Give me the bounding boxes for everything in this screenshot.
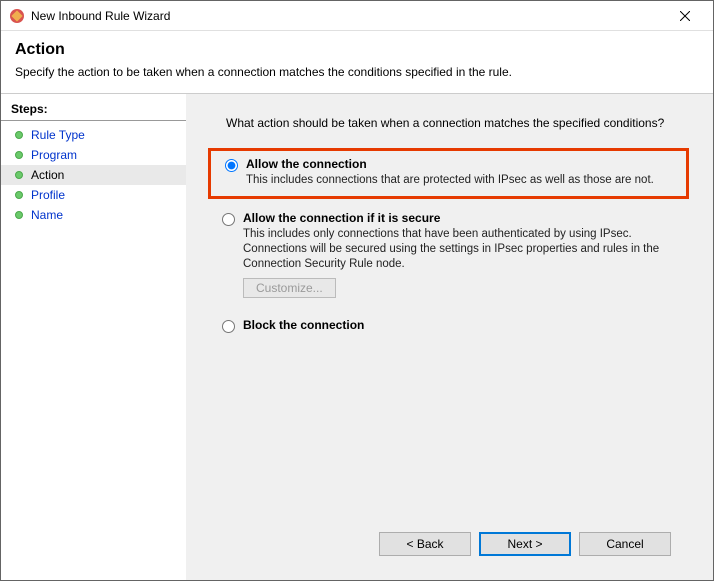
option-title: Allow the connection: [246, 157, 678, 171]
step-name[interactable]: Name: [1, 205, 186, 225]
app-icon: [9, 8, 25, 24]
step-rule-type[interactable]: Rule Type: [1, 125, 186, 145]
close-icon: [680, 11, 690, 21]
page-title: Action: [15, 41, 699, 59]
bullet-icon: [15, 191, 23, 199]
body: Steps: Rule Type Program Action Profile: [1, 94, 713, 580]
step-label: Rule Type: [31, 128, 85, 142]
window-title: New Inbound Rule Wizard: [31, 9, 665, 23]
step-label: Profile: [31, 188, 65, 202]
option-title: Block the connection: [243, 318, 681, 332]
wizard-window: New Inbound Rule Wizard Action Specify t…: [0, 0, 714, 581]
radio-allow[interactable]: [225, 159, 238, 172]
step-profile[interactable]: Profile: [1, 185, 186, 205]
next-button[interactable]: Next >: [479, 532, 571, 556]
back-button[interactable]: < Back: [379, 532, 471, 556]
steps-sidebar: Steps: Rule Type Program Action Profile: [1, 94, 186, 580]
bullet-icon: [15, 171, 23, 179]
bullet-icon: [15, 211, 23, 219]
steps-list: Rule Type Program Action Profile Name: [1, 125, 186, 225]
prompt-text: What action should be taken when a conne…: [226, 116, 689, 130]
close-button[interactable]: [665, 2, 705, 30]
step-action[interactable]: Action: [1, 165, 186, 185]
option-block: Block the connection: [208, 312, 689, 342]
option-desc: This includes only connections that have…: [243, 227, 681, 272]
step-program[interactable]: Program: [1, 145, 186, 165]
cancel-button[interactable]: Cancel: [579, 532, 671, 556]
option-allow-secure: Allow the connection if it is secure Thi…: [208, 205, 689, 306]
page-subtitle: Specify the action to be taken when a co…: [15, 65, 699, 79]
page-header: Action Specify the action to be taken wh…: [1, 31, 713, 94]
titlebar: New Inbound Rule Wizard: [1, 1, 713, 31]
steps-label: Steps:: [1, 100, 186, 121]
radio-block[interactable]: [222, 320, 235, 333]
wizard-footer: < Back Next > Cancel: [208, 522, 689, 570]
option-desc: This includes connections that are prote…: [246, 173, 678, 188]
bullet-icon: [15, 131, 23, 139]
customize-button: Customize...: [243, 278, 336, 298]
option-allow: Allow the connection This includes conne…: [208, 148, 689, 199]
step-label: Program: [31, 148, 77, 162]
content-pane: What action should be taken when a conne…: [186, 94, 713, 580]
bullet-icon: [15, 151, 23, 159]
step-label: Name: [31, 208, 63, 222]
option-title: Allow the connection if it is secure: [243, 211, 681, 225]
step-label: Action: [31, 168, 64, 182]
radio-allow-secure[interactable]: [222, 213, 235, 226]
